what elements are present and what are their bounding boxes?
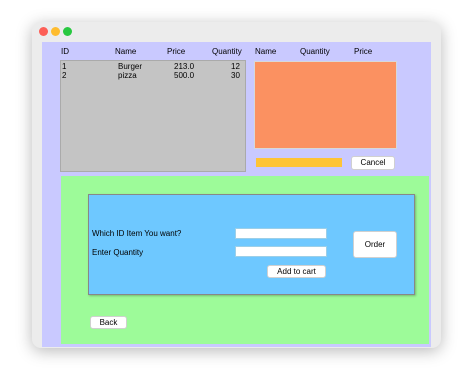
item-name: pizza — [118, 71, 137, 80]
list-item[interactable]: 2 pizza 500.0 30 — [61, 71, 245, 80]
cancel-button[interactable]: Cancel — [351, 156, 395, 170]
minimize-window-button[interactable] — [51, 27, 60, 36]
item-id-input[interactable] — [235, 228, 327, 239]
back-button[interactable]: Back — [90, 316, 127, 329]
order-form-panel: Which ID Item You want? Enter Quantity A… — [88, 194, 415, 295]
cart-header-quantity: Quantity — [300, 47, 330, 56]
main-content: ID Name Price Quantity Name Quantity Pri… — [42, 42, 431, 347]
item-quantity: 30 — [231, 71, 240, 80]
cart-panel[interactable] — [254, 61, 397, 149]
app-window: ID Name Price Quantity Name Quantity Pri… — [32, 22, 441, 348]
close-window-button[interactable] — [39, 27, 48, 36]
cart-header-name: Name — [255, 47, 277, 56]
status-bar — [256, 158, 342, 167]
item-name: Burger — [118, 62, 143, 71]
quantity-label: Enter Quantity — [92, 248, 144, 257]
menu-header-quantity: Quantity — [212, 47, 242, 56]
order-button[interactable]: Order — [353, 231, 397, 258]
menu-header-name: Name — [115, 47, 137, 56]
menu-header-id: ID — [61, 47, 69, 56]
menu-header-price: Price — [167, 47, 186, 56]
list-item[interactable]: 1 Burger 213.0 12 — [61, 62, 245, 71]
title-bar — [32, 22, 441, 42]
item-price: 500.0 — [174, 71, 195, 80]
item-id: 2 — [62, 71, 67, 80]
item-price: 213.0 — [174, 62, 195, 71]
item-id-label: Which ID Item You want? — [92, 229, 182, 238]
item-id: 1 — [62, 62, 67, 71]
item-quantity: 12 — [231, 62, 240, 71]
add-to-cart-button[interactable]: Add to cart — [267, 265, 326, 278]
order-section: Which ID Item You want? Enter Quantity A… — [61, 176, 429, 344]
menu-items-list[interactable]: 1 Burger 213.0 12 2 pizza 500.0 30 — [60, 60, 246, 172]
quantity-input[interactable] — [235, 246, 327, 257]
zoom-window-button[interactable] — [63, 27, 72, 36]
cart-header-price: Price — [354, 47, 373, 56]
